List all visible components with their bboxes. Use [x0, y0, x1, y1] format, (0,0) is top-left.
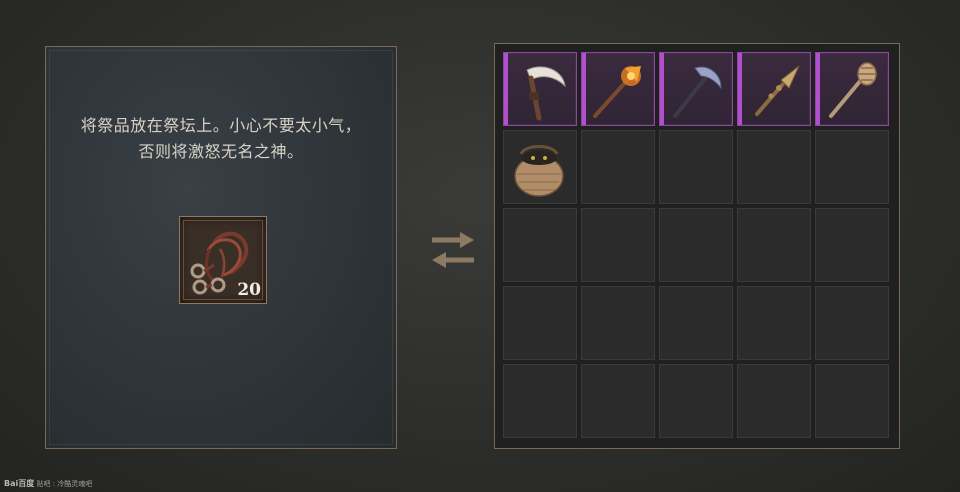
inventory-panel: [494, 43, 900, 449]
wicker-basket-icon: [514, 145, 564, 197]
inventory-slot[interactable]: [815, 130, 889, 204]
inventory-slot[interactable]: [581, 208, 655, 282]
inventory-slot[interactable]: [659, 130, 733, 204]
flaming-torch-axe-icon: [593, 66, 641, 118]
inventory-slot[interactable]: [503, 208, 577, 282]
swap-arrows-icon[interactable]: [428, 228, 478, 272]
offering-count: 20: [237, 280, 261, 300]
inventory-grid: [503, 52, 889, 438]
inventory-slot[interactable]: [815, 208, 889, 282]
inventory-slot[interactable]: [659, 208, 733, 282]
inventory-slot[interactable]: [503, 286, 577, 360]
watermark-text: 贴吧 : 冷酷灵魂吧: [36, 480, 93, 488]
inventory-slot[interactable]: [581, 130, 655, 204]
inventory-slot[interactable]: [659, 364, 733, 438]
watermark-brand: Bai百度: [4, 479, 35, 488]
inventory-slot[interactable]: [581, 364, 655, 438]
mace-icon: [829, 62, 877, 118]
inventory-slot[interactable]: [737, 130, 811, 204]
prompt-line-2: 否则将激怒无名之神。: [138, 142, 304, 161]
inventory-slot[interactable]: [737, 286, 811, 360]
inventory-slot[interactable]: [659, 52, 733, 126]
altar-panel: 将祭品放在祭坛上。小心不要太小气， 否则将激怒无名之神。 20: [45, 46, 397, 449]
inventory-slot[interactable]: [737, 364, 811, 438]
watermark: Bai百度 贴吧 : 冷酷灵魂吧: [4, 478, 92, 489]
inventory-slot[interactable]: [659, 286, 733, 360]
spear-icon: [755, 65, 800, 116]
inventory-slot[interactable]: [503, 130, 577, 204]
inventory-slot[interactable]: [737, 208, 811, 282]
altar-prompt: 将祭品放在祭坛上。小心不要太小气， 否则将激怒无名之神。: [46, 113, 396, 165]
offering-slot[interactable]: 20: [179, 216, 267, 304]
scythe-icon: [526, 66, 566, 121]
inventory-slot[interactable]: [503, 364, 577, 438]
inventory-slot[interactable]: [815, 286, 889, 360]
inventory-slot[interactable]: [581, 52, 655, 126]
inventory-slot[interactable]: [581, 286, 655, 360]
sickle-icon: [673, 66, 722, 118]
inventory-slot[interactable]: [815, 364, 889, 438]
inventory-slot[interactable]: [503, 52, 577, 126]
inventory-slot[interactable]: [737, 52, 811, 126]
prompt-line-1: 将祭品放在祭坛上。小心不要太小气，: [80, 116, 362, 135]
inventory-slot[interactable]: [815, 52, 889, 126]
